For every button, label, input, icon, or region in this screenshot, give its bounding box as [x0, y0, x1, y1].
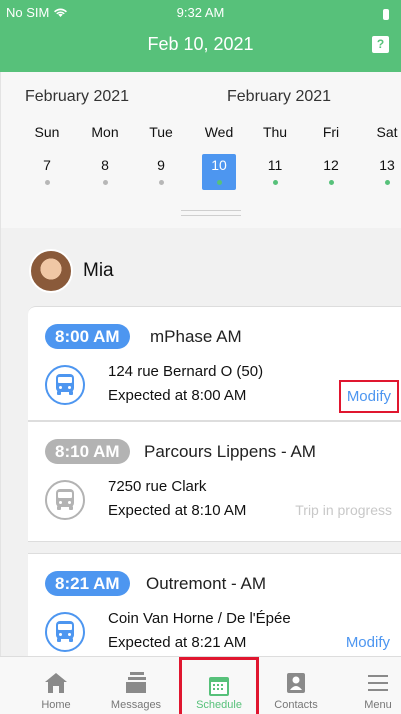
- trip-expected-time: Expected at 8:10 AM: [108, 502, 247, 519]
- trip-route: Outremont - AM: [146, 574, 266, 593]
- trip-time-badge: 8:10 AM: [45, 439, 130, 464]
- person-header: Mia: [29, 249, 114, 293]
- page-title: Feb 10, 2021: [147, 34, 254, 54]
- trip-card: 8:10 AM Parcours Lippens - AM 7250 rue C…: [28, 421, 401, 542]
- schedule-content: Mia 8:00 AM mPhase AM 124 rue Bernard O …: [0, 228, 401, 656]
- messages-icon: [126, 672, 146, 693]
- weekday-wed: Wed: [204, 124, 234, 140]
- weekday-thu: Thu: [262, 124, 288, 140]
- bus-icon: [45, 480, 85, 520]
- date-cell[interactable]: 13: [367, 154, 401, 190]
- schedule-dot: [44, 180, 50, 185]
- weekday-sun: Sun: [34, 124, 60, 140]
- schedule-dot: [158, 180, 164, 185]
- date-number: 8: [101, 157, 109, 173]
- trip-expected-time: Expected at 8:00 AM: [108, 387, 247, 404]
- weekday-mon: Mon: [91, 124, 119, 140]
- date-number: 7: [43, 157, 51, 173]
- month-label-right: February 2021: [227, 88, 332, 105]
- person-name: Mia: [83, 260, 114, 281]
- home-icon: [45, 673, 67, 693]
- tab-label: Contacts: [274, 699, 318, 711]
- trip-card: 8:21 AM Outremont - AM Coin Van Horne / …: [28, 553, 401, 656]
- tab-home[interactable]: Home: [16, 657, 96, 714]
- trip-expected-time: Expected at 8:21 AM: [108, 634, 247, 651]
- schedule-dot: [216, 180, 222, 185]
- month-label-left: February 2021: [25, 88, 130, 105]
- tab-contacts[interactable]: Contacts: [256, 657, 336, 714]
- trip-time-badge: 8:21 AM: [45, 571, 130, 596]
- calendar-icon: [209, 677, 229, 696]
- trip-route: mPhase AM: [150, 327, 242, 346]
- date-cell[interactable]: 11: [255, 154, 295, 190]
- date-number: 12: [323, 157, 339, 173]
- battery-icon: [383, 9, 389, 20]
- avatar: [29, 249, 73, 293]
- trip-address: 124 rue Bernard O (50): [108, 363, 264, 380]
- status-bar: No SIM 9:32 AM: [0, 4, 401, 22]
- trip-card: 8:00 AM mPhase AM 124 rue Bernard O (50)…: [28, 306, 401, 421]
- modify-button[interactable]: Modify: [346, 634, 390, 651]
- help-icon[interactable]: ?: [372, 36, 389, 53]
- date-cell-selected[interactable]: 10: [202, 154, 236, 190]
- week-calendar: February 2021 February 2021 Sun Mon Tue …: [0, 72, 401, 228]
- tab-label: Messages: [110, 699, 162, 711]
- tab-label: Home: [41, 699, 71, 711]
- schedule-dot: [272, 180, 278, 185]
- calendar-drag-handle[interactable]: [181, 210, 241, 216]
- date-cell[interactable]: 9: [141, 154, 181, 190]
- tab-menu[interactable]: Menu: [338, 657, 401, 714]
- weekday-tue: Tue: [149, 124, 173, 140]
- tab-messages[interactable]: Messages: [96, 657, 176, 714]
- date-cell[interactable]: 8: [85, 154, 125, 190]
- modify-button[interactable]: Modify: [338, 380, 399, 413]
- tab-schedule[interactable]: Schedule: [179, 657, 259, 714]
- trip-time-badge: 8:00 AM: [45, 324, 130, 349]
- bus-icon: [45, 365, 85, 405]
- date-number: 11: [267, 157, 283, 173]
- trip-status: Trip in progress: [295, 502, 392, 518]
- weekday-sat: Sat: [376, 124, 398, 140]
- tab-label: Schedule: [196, 699, 242, 711]
- date-cell[interactable]: 7: [27, 154, 67, 190]
- top-header: No SIM 9:32 AM Feb 10, 2021 ?: [0, 0, 401, 72]
- schedule-dot: [328, 180, 334, 185]
- weekday-fri: Fri: [322, 124, 340, 140]
- menu-icon: [368, 675, 388, 691]
- trip-route: Parcours Lippens - AM: [144, 442, 316, 461]
- trip-address: 7250 rue Clark: [108, 478, 207, 495]
- schedule-dot: [384, 180, 390, 185]
- tab-bar: Home Messages Schedule Contacts Menu: [0, 656, 401, 714]
- schedule-dot: [102, 180, 108, 185]
- status-time: 9:32 AM: [176, 5, 225, 20]
- date-cell[interactable]: 12: [311, 154, 351, 190]
- date-number: 9: [157, 157, 165, 173]
- bus-icon: [45, 612, 85, 652]
- trip-address: Coin Van Horne / De l'Épée: [108, 610, 291, 627]
- date-number: 13: [379, 157, 395, 173]
- contacts-icon: [287, 673, 305, 693]
- tab-label: Menu: [364, 699, 392, 711]
- date-number: 10: [211, 157, 227, 173]
